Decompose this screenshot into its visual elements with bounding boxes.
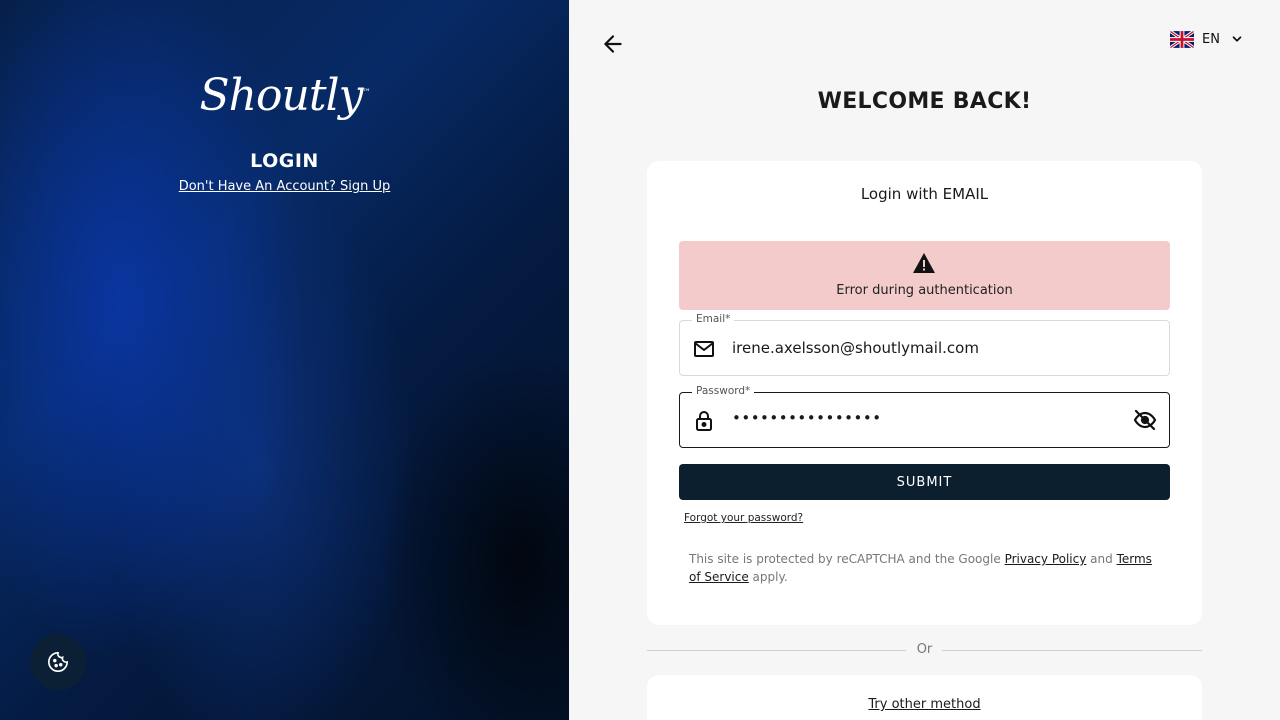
login-heading: LOGIN [250, 150, 319, 172]
back-button[interactable] [600, 31, 626, 57]
cookie-icon [48, 652, 68, 672]
signup-link[interactable]: Don't Have An Account? Sign Up [0, 179, 569, 194]
email-value: irene.axelsson@shoutlymail.com [732, 339, 979, 357]
language-code: EN [1202, 31, 1220, 47]
email-field[interactable]: Email* irene.axelsson@shoutlymail.com [679, 313, 1170, 376]
divider-line-right [942, 650, 1202, 651]
recaptcha-suffix: apply. [748, 570, 788, 584]
password-label: Password* [692, 385, 755, 397]
other-method-card: Try other method [647, 675, 1202, 720]
shoutly-logo: Shoutly™ [0, 70, 569, 121]
error-alert: Error during authentication [679, 241, 1170, 310]
logo-text: Shoutly [199, 70, 364, 121]
email-label: Email* [692, 313, 735, 325]
password-value: •••••••••••••••• [732, 409, 882, 427]
password-field[interactable]: Password* •••••••••••••••• [679, 385, 1170, 448]
warning-icon [913, 253, 935, 273]
recaptcha-notice: This site is protected by reCAPTCHA and … [689, 550, 1164, 586]
lock-icon [696, 411, 712, 431]
cookie-settings-button[interactable] [30, 634, 86, 690]
chevron-down-icon [1232, 36, 1242, 42]
page-title: WELCOME BACK! [817, 89, 1032, 114]
card-title: Login with EMAIL [860, 185, 989, 203]
submit-button[interactable]: SUBMIT [679, 464, 1170, 500]
left-panel: Shoutly™ LOGIN Don't Have An Account? Si… [0, 0, 569, 720]
try-other-method-link[interactable]: Try other method [647, 697, 1202, 712]
recaptcha-and: and [1086, 552, 1117, 566]
privacy-policy-link[interactable]: Privacy Policy [1005, 552, 1087, 566]
logo-trademark: ™ [362, 87, 370, 97]
recaptcha-prefix: This site is protected by reCAPTCHA and … [689, 552, 1005, 566]
language-selector[interactable]: EN [1170, 28, 1244, 50]
error-message: Error during authentication [836, 283, 1013, 298]
or-divider: Or [647, 642, 1202, 660]
uk-flag-icon [1170, 30, 1194, 48]
eye-off-icon[interactable] [1132, 408, 1158, 432]
arrow-left-icon [604, 35, 622, 53]
mail-icon [694, 341, 714, 357]
login-card: Login with EMAIL Error during authentica… [647, 161, 1202, 625]
forgot-password-link[interactable]: Forgot your password? [684, 512, 803, 524]
